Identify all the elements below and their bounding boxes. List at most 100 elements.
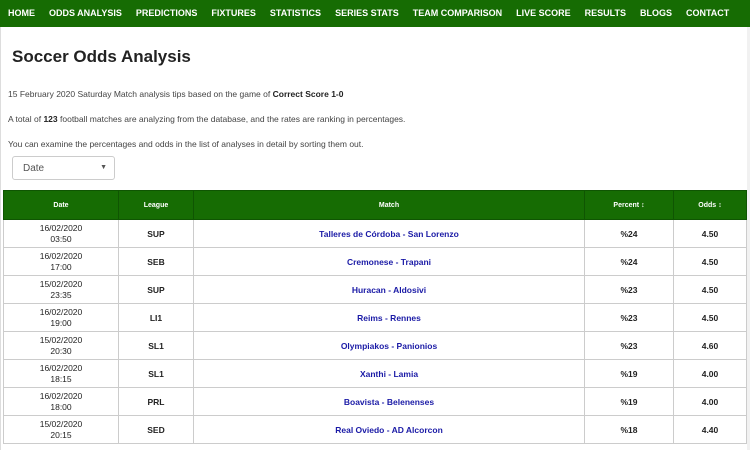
match-link[interactable]: Reims - Rennes [357, 313, 421, 323]
cell-match: Boavista - Belenenses [193, 387, 585, 416]
table-row: 15/02/2020 20:30 SL1 Olympiakos - Panionios… [3, 331, 747, 360]
nav-item-statistics[interactable]: STATISTICS [263, 0, 328, 27]
nav-item-odds-analysis[interactable]: ODDS ANALYSIS [42, 0, 129, 27]
examine-text: You can examine the percentages and odds… [8, 139, 364, 149]
nav-item-fixtures[interactable]: FIXTURES [204, 0, 263, 27]
cell-odds: 4.00 [673, 359, 747, 388]
match-date: 15/02/2020 [39, 418, 83, 429]
cell-odds: 4.50 [673, 247, 747, 276]
col-header-odds[interactable]: Odds ↕ [673, 190, 747, 220]
table-row: 16/02/2020 18:15 SL1 Xanthi - Lamia %19 4.00 [3, 359, 747, 388]
sort-select[interactable]: Date ▼ [12, 156, 115, 180]
cell-match: Reims - Rennes [193, 303, 585, 332]
table-header-row: Date League Match Percent ↕ Odds ↕ [3, 190, 747, 220]
nav-item-series-stats[interactable]: SERIES STATS [328, 0, 406, 27]
odds-table: Date League Match Percent ↕ Odds ↕ 16/02/2… [3, 190, 747, 444]
cell-percent: %18 [584, 415, 674, 444]
cell-percent: %23 [584, 303, 674, 332]
cell-percent: %19 [584, 359, 674, 388]
match-time: 19:00 [50, 317, 72, 328]
match-time: 20:15 [50, 429, 72, 440]
cell-date: 16/02/2020 18:15 [3, 359, 119, 388]
cell-match: Olympiakos - Panionios [193, 331, 585, 360]
cell-league: PRL [118, 387, 194, 416]
cell-match: Huracan - Aldosivi [193, 275, 585, 304]
col-header-date[interactable]: Date [3, 190, 119, 220]
nav-item-team-comparison[interactable]: TEAM COMPARISON [406, 0, 509, 27]
sort-select-value: Date [23, 163, 45, 174]
nav-item-live-score[interactable]: LIVE SCORE [509, 0, 578, 27]
cell-percent: %23 [584, 331, 674, 360]
table-row: 16/02/2020 18:00 PRL Boavista - Belenenses%… [3, 387, 747, 416]
cell-odds: 4.50 [673, 303, 747, 332]
cell-date: 16/02/2020 17:00 [3, 247, 119, 276]
cell-percent: %23 [584, 275, 674, 304]
sort-icon: ↕ [641, 201, 645, 209]
nav-item-home[interactable]: HOME [0, 0, 42, 27]
match-link[interactable]: Real Oviedo - AD Alcorcon [335, 425, 443, 435]
cell-league: SL1 [118, 331, 194, 360]
match-link[interactable]: Talleres de Córdoba - San Lorenzo [319, 229, 459, 239]
intro-highlight: Correct Score 1-0 [272, 89, 344, 99]
match-time: 18:15 [50, 373, 72, 384]
cell-odds: 4.00 [673, 387, 747, 416]
cell-league: SL1 [118, 359, 194, 388]
match-link[interactable]: Xanthi - Lamia [360, 369, 418, 379]
match-time: 18:00 [50, 401, 72, 412]
table-row: 15/02/2020 20:15 SED Real Oviedo - AD Alcor… [3, 415, 747, 444]
cell-date: 15/02/2020 23:35 [3, 275, 119, 304]
cell-league: SEB [118, 247, 194, 276]
chevron-down-icon: ▼ [100, 164, 107, 171]
col-header-match[interactable]: Match [193, 190, 585, 220]
match-time: 23:35 [50, 289, 72, 300]
cell-date: 16/02/2020 18:00 [3, 387, 119, 416]
match-date: 16/02/2020 [39, 222, 83, 233]
sort-icon: ↕ [718, 201, 722, 209]
cell-date: 15/02/2020 20:15 [3, 415, 119, 444]
cell-odds: 4.60 [673, 331, 747, 360]
match-date: 16/02/2020 [39, 362, 83, 373]
table-row: 16/02/2020 03:50 SUP Talleres de Córdoba - … [3, 219, 747, 248]
cell-percent: %24 [584, 247, 674, 276]
top-nav: HOME ODDS ANALYSIS PREDICTIONS FIXTURES STAT… [0, 0, 750, 27]
cell-percent: %24 [584, 219, 674, 248]
intro-text: 15 February 2020 Saturday Match analysis… [8, 89, 344, 99]
cell-odds: 4.40 [673, 415, 747, 444]
cell-percent: %19 [584, 387, 674, 416]
table-row: 15/02/2020 23:35 SUP Huracan - Aldosivi %23 4… [3, 275, 747, 304]
match-date: 15/02/2020 [39, 334, 83, 345]
match-time: 03:50 [50, 233, 72, 244]
match-date: 16/02/2020 [39, 250, 83, 261]
match-link[interactable]: Huracan - Aldosivi [352, 285, 426, 295]
match-date: 16/02/2020 [39, 306, 83, 317]
cell-league: LI1 [118, 303, 194, 332]
match-link[interactable]: Olympiakos - Panionios [341, 341, 437, 351]
table-row: 16/02/2020 17:00 SEB Cremonese - Trapani %24… [3, 247, 747, 276]
cell-league: SUP [118, 219, 194, 248]
nav-item-predictions[interactable]: PREDICTIONS [129, 0, 205, 27]
match-time: 20:30 [50, 345, 72, 356]
match-date: 16/02/2020 [39, 390, 83, 401]
nav-item-blogs[interactable]: BLOGS [633, 0, 679, 27]
cell-odds: 4.50 [673, 219, 747, 248]
col-header-league[interactable]: League [118, 190, 194, 220]
cell-league: SUP [118, 275, 194, 304]
nav-item-contact[interactable]: CONTACT [679, 0, 736, 27]
cell-league: SED [118, 415, 194, 444]
cell-date: 16/02/2020 19:00 [3, 303, 119, 332]
match-link[interactable]: Cremonese - Trapani [347, 257, 431, 267]
cell-date: 16/02/2020 03:50 [3, 219, 119, 248]
match-time: 17:00 [50, 261, 72, 272]
match-link[interactable]: Boavista - Belenenses [344, 397, 434, 407]
col-header-percent[interactable]: Percent ↕ [584, 190, 674, 220]
total-text: A total of 123 football matches are anal… [8, 114, 406, 124]
cell-match: Real Oviedo - AD Alcorcon [193, 415, 585, 444]
nav-item-results[interactable]: RESULTS [578, 0, 633, 27]
table-row: 16/02/2020 19:00 LI1 Reims - Rennes %23 4.50 [3, 303, 747, 332]
total-count: 123 [43, 114, 58, 124]
cell-date: 15/02/2020 20:30 [3, 331, 119, 360]
cell-match: Talleres de Córdoba - San Lorenzo [193, 219, 585, 248]
cell-odds: 4.50 [673, 275, 747, 304]
table-body: 16/02/2020 03:50 SUP Talleres de Córdoba - … [3, 219, 747, 444]
match-date: 15/02/2020 [39, 278, 83, 289]
